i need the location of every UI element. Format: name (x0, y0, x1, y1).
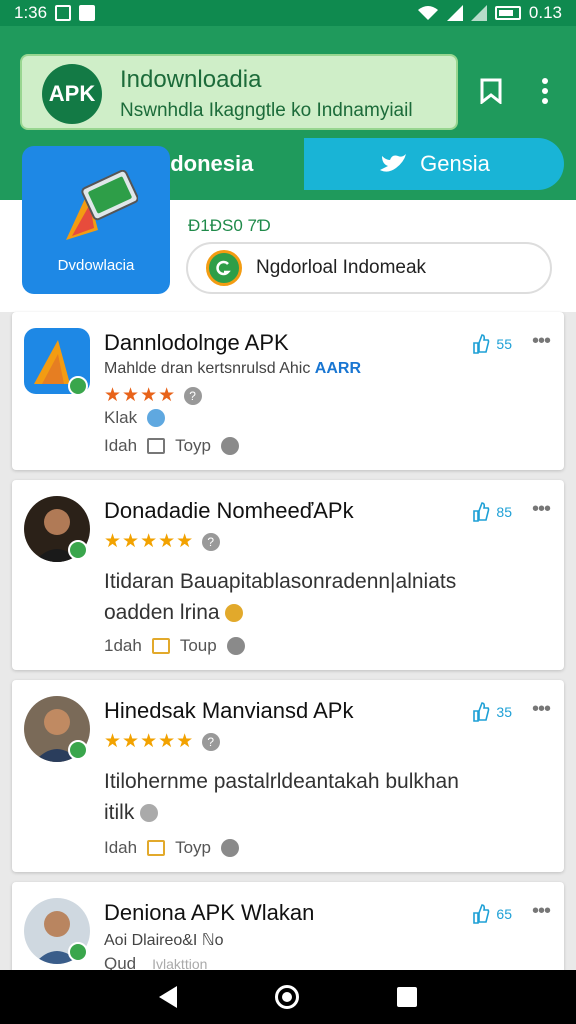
like-count[interactable]: 65 (472, 904, 512, 924)
app-description: Itidaran Bauapitablasonradenn|alniats oa… (104, 566, 456, 628)
tab-gensia[interactable]: Gensia (304, 138, 564, 190)
like-count-value: 85 (496, 504, 512, 520)
verified-badge-icon (68, 540, 88, 560)
app-name: Deniona APK Wlakan (104, 900, 315, 925)
signal-icon (446, 5, 463, 21)
app-description-line: itilk (104, 797, 459, 828)
app-tag: AARR (314, 360, 361, 377)
like-count[interactable]: 55 (472, 334, 512, 354)
close-icon[interactable] (221, 437, 240, 455)
app-description: Itilohernme pastalrldeantakah bulkhan it… (104, 766, 459, 828)
download-button-label: Ngdorloal Indomeak (256, 257, 427, 278)
app-meta: Mahlde dran kertsnrulsd Ahic AARR (104, 360, 361, 378)
like-count-value: 55 (496, 336, 512, 352)
app-description-line-text: oadden lrina (104, 601, 220, 624)
footer-left-label: 1dah (104, 636, 142, 655)
puzzle-icon (147, 409, 166, 427)
app-footer: Idah Toyp (104, 436, 240, 456)
close-icon[interactable] (226, 637, 245, 655)
verified-badge-icon (68, 942, 88, 962)
close-icon[interactable] (221, 839, 240, 857)
rating-stars-value: ★★★★ (104, 385, 177, 406)
system-nav-bar (0, 970, 576, 1024)
like-count[interactable]: 85 (472, 502, 512, 522)
app-banner[interactable]: APK Indownloadia Nswnhdla Ikagngtle ko I… (20, 54, 458, 130)
status-time: 1:36 (14, 3, 48, 22)
help-icon[interactable]: ? (202, 532, 221, 551)
rating-stars: ★★★★ ? (104, 384, 203, 407)
more-options-icon[interactable]: ••• (532, 900, 551, 923)
like-count[interactable]: 35 (472, 702, 512, 722)
tab-gensia-label: Gensia (420, 151, 490, 176)
app-description-line: Itidaran Bauapitablasonradenn|alniats (104, 570, 457, 593)
like-count-value: 35 (496, 704, 512, 720)
bird-icon (380, 154, 407, 172)
app-list-item[interactable]: Hinedsak Manviansd APk ★★★★★ ? Itilohern… (12, 680, 564, 872)
calendar-icon (147, 438, 166, 454)
status-bar: 1:36 0.13 (0, 0, 576, 26)
app-meta: Aoi Dlaireo&I ℕo (104, 932, 224, 949)
more-options-icon[interactable] (528, 74, 562, 108)
app-sub-label: Klak (104, 408, 138, 427)
app-meta-text: Mahlde dran kertsnrulsd Ahic (104, 360, 311, 377)
footer-left-label: Idah (104, 436, 138, 455)
calendar-icon (147, 840, 166, 856)
thumbs-up-icon (473, 334, 490, 354)
app-name: Hinedsak Manviansd APk (104, 698, 354, 723)
app-description-line-text: itilk (104, 801, 135, 824)
apk-logo: APK (42, 64, 102, 124)
more-options-icon[interactable]: ••• (532, 498, 551, 521)
help-icon[interactable]: ? (184, 386, 203, 405)
featured-app-tile[interactable]: Dvdowlacia (22, 146, 170, 294)
home-icon[interactable] (275, 985, 299, 1009)
like-count-value: 65 (496, 906, 512, 922)
app-footer: Idah Toyp (104, 838, 240, 858)
battery-text: 0.13 (528, 3, 562, 22)
bookmark-icon[interactable] (474, 74, 508, 108)
rating-stars: ★★★★★ ? (104, 730, 221, 753)
battery-icon (494, 6, 521, 20)
notification-icon (55, 5, 72, 21)
more-options-icon[interactable]: ••• (532, 698, 551, 721)
calendar-icon (151, 638, 170, 654)
help-icon[interactable]: ? (202, 732, 221, 751)
thumbs-up-icon (473, 904, 490, 924)
app-footer: 1dah Toup (104, 636, 245, 656)
rating-stars: ★★★★★ ? (104, 530, 221, 553)
thumbs-up-icon (473, 702, 490, 722)
featured-price: Đ1ĐS0 7Ɗ (188, 216, 271, 235)
footer-left-label: Idah (104, 838, 138, 857)
app-name: Donadadie NomheeďAPk (104, 498, 354, 523)
app-title: Indownloadia (120, 66, 262, 93)
featured-tile-label: Dvdowlacia (57, 257, 135, 274)
app-description-line: oadden lrina (104, 597, 456, 628)
download-icon (206, 250, 242, 286)
back-icon[interactable] (159, 986, 177, 1008)
footer-right-label: Toyp (175, 436, 212, 455)
wifi-icon (417, 6, 438, 20)
app-name: Dannlodolnge APK (104, 330, 289, 355)
thumbs-up-icon (473, 502, 490, 522)
app-subtitle: Nswnhdla Ikagngtle ko Indnamyiail (120, 100, 413, 121)
signal-icon-2 (470, 5, 487, 21)
rating-stars-value: ★★★★★ (104, 531, 195, 552)
download-button[interactable]: Ngdorloal Indomeak (186, 242, 552, 294)
footer-right-label: Toyp (175, 838, 212, 857)
lock-icon (79, 5, 96, 21)
app-list-item[interactable]: Dannlodolnge APK Mahlde dran kertsnrulsd… (12, 312, 564, 470)
app-description-line: Itilohernme pastalrldeantakah bulkhan (104, 770, 459, 793)
more-options-icon[interactable]: ••• (532, 330, 551, 353)
app-artwork-icon (66, 170, 138, 240)
recents-icon[interactable] (397, 987, 417, 1007)
app-sub-row: Klak (104, 408, 166, 428)
footer-right-label: Toup (179, 636, 217, 655)
app-list-item[interactable]: Donadadie NomheeďAPk ★★★★★ ? Itidaran Ba… (12, 480, 564, 670)
verified-badge-icon (68, 740, 88, 760)
verified-badge-icon (68, 376, 88, 396)
emoji-icon (225, 604, 244, 623)
rating-stars-value: ★★★★★ (104, 731, 195, 752)
clock-icon (140, 804, 159, 823)
